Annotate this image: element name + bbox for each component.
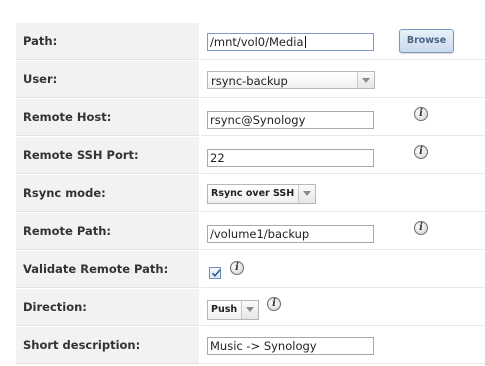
user-label-cell: User: [16,61,199,98]
info-icon[interactable]: i [414,145,428,159]
remote-ssh-port-input[interactable]: 22 [207,149,374,167]
info-icon[interactable]: i [267,297,281,311]
direction-value-cell: Push i [201,289,485,326]
chevron-down-icon[interactable] [357,72,374,88]
rsync-mode-select[interactable]: Rsync over SSH [207,184,316,204]
remote-path-label: Remote Path: [23,224,112,238]
remote-host-row: Remote Host: rsync@Synology i [16,99,485,136]
remote-ssh-port-row: Remote SSH Port: 22 i [16,137,485,174]
browse-button[interactable]: Browse [399,29,454,53]
remote-ssh-port-label: Remote SSH Port: [23,148,139,162]
rsync-mode-select-value: Rsync over SSH [211,188,295,199]
path-input[interactable]: /mnt/vol0/Media [207,33,374,51]
short-description-label-cell: Short description: [16,327,199,364]
remote-host-label: Remote Host: [23,110,112,124]
remote-host-label-cell: Remote Host: [16,99,199,136]
validate-remote-path-checkbox[interactable] [209,267,221,279]
user-label: User: [23,72,58,86]
user-value-cell: rsync-backup [201,61,485,98]
short-description-row: Short description: Music -> Synology [16,327,485,364]
text-caret [304,36,306,48]
path-input-value: /mnt/vol0/Media [210,35,304,49]
remote-path-input[interactable]: /volume1/backup [207,225,374,243]
validate-remote-path-value-cell: i [201,251,485,288]
checkmark-icon [211,269,221,277]
rsync-mode-row: Rsync mode: Rsync over SSH [16,175,485,212]
short-description-label: Short description: [23,338,141,352]
direction-row: Direction: Push i [16,289,485,326]
rsync-mode-value-cell: Rsync over SSH [201,175,485,212]
user-select[interactable]: rsync-backup [207,71,375,89]
rsync-mode-label: Rsync mode: [23,186,106,200]
user-select-value: rsync-backup [211,74,288,88]
remote-ssh-port-label-cell: Remote SSH Port: [16,137,199,174]
remote-host-input[interactable]: rsync@Synology [207,111,374,129]
short-description-value-cell: Music -> Synology [201,327,485,364]
info-icon[interactable]: i [414,107,428,121]
remote-path-row: Remote Path: /volume1/backup i [16,213,485,250]
rsync-mode-label-cell: Rsync mode: [16,175,199,212]
chevron-down-icon[interactable] [298,185,315,203]
path-label-cell: Path: [16,23,199,60]
short-description-input[interactable]: Music -> Synology [207,337,374,355]
remote-path-label-cell: Remote Path: [16,213,199,250]
info-icon[interactable]: i [230,261,244,275]
direction-label-cell: Direction: [16,289,199,326]
direction-select-value: Push [211,304,238,315]
path-label: Path: [23,34,58,48]
user-row: User: rsync-backup [16,61,485,98]
remote-path-value-cell: /volume1/backup i [201,213,485,250]
remote-ssh-port-value-cell: 22 i [201,137,485,174]
validate-remote-path-label: Validate Remote Path: [23,262,169,276]
direction-label: Direction: [23,300,87,314]
remote-host-value-cell: rsync@Synology i [201,99,485,136]
info-icon[interactable]: i [414,221,428,235]
chevron-down-icon[interactable] [241,301,258,319]
direction-select[interactable]: Push [207,300,259,320]
validate-remote-path-row: Validate Remote Path: i [16,251,485,288]
validate-remote-path-label-cell: Validate Remote Path: [16,251,199,288]
